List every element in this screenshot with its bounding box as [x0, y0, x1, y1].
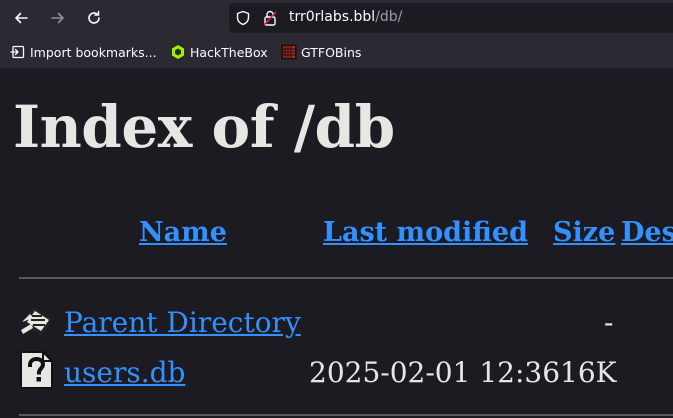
- arrow-left-icon: [15, 12, 28, 24]
- row-size: -: [604, 306, 614, 339]
- reload-icon: [88, 10, 100, 24]
- back-icon: [21, 307, 53, 337]
- parent-directory-link[interactable]: Parent Directory: [64, 306, 301, 340]
- row-size: 16K: [560, 356, 617, 389]
- bookmark-label: HackTheBox: [190, 44, 268, 60]
- url-host: trr0rlabs.bbl: [289, 9, 376, 25]
- bookmarks-bar: Import bookmarks... HackTheBox GTFOBins: [0, 36, 673, 68]
- back-button[interactable]: [9, 6, 33, 30]
- column-header-size[interactable]: Size: [553, 216, 615, 250]
- bookmark-label: Import bookmarks...: [30, 44, 157, 60]
- import-icon: [10, 45, 25, 59]
- bookmark-hackthebox[interactable]: HackTheBox: [170, 43, 268, 61]
- footer-divider: [19, 414, 673, 416]
- hackthebox-icon: [172, 45, 184, 59]
- page-title: Index of /db: [13, 93, 395, 161]
- url-bar[interactable]: trr0rlabs.bbl/db/: [229, 3, 673, 33]
- gtfobins-icon: [281, 44, 297, 60]
- column-header-description[interactable]: Des: [621, 216, 673, 250]
- bookmark-gtfobins[interactable]: GTFOBins: [281, 43, 361, 61]
- column-header-last-modified[interactable]: Last modified: [323, 216, 528, 250]
- reload-button[interactable]: [82, 6, 106, 30]
- forward-button[interactable]: [46, 6, 70, 30]
- arrow-right-icon: [51, 12, 64, 24]
- bookmark-label: GTFOBins: [301, 44, 362, 60]
- unknown-file-icon: [20, 351, 53, 389]
- url-text[interactable]: trr0rlabs.bbl/db/: [289, 9, 402, 25]
- row-modified: 2025-02-01 12:36: [309, 356, 561, 389]
- column-header-name[interactable]: Name: [139, 216, 227, 250]
- insecure-lock-icon[interactable]: [262, 9, 278, 27]
- page-content: Index of /db Name Last modified Size Des…: [0, 68, 673, 418]
- bookmark-import[interactable]: Import bookmarks...: [10, 43, 157, 61]
- header-divider: [19, 277, 673, 279]
- url-path: /db/: [375, 9, 403, 25]
- browser-toolbar: trr0rlabs.bbl/db/: [0, 0, 673, 36]
- shield-icon[interactable]: [235, 10, 251, 26]
- users-db-link[interactable]: users.db: [64, 356, 185, 390]
